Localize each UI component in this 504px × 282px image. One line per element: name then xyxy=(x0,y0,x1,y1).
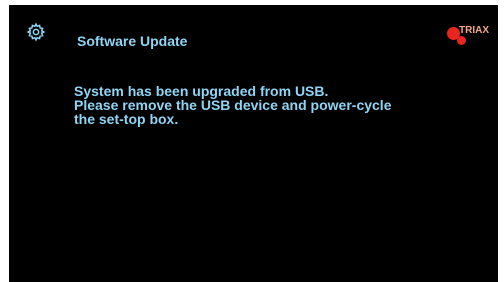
page-title: Software Update xyxy=(77,33,188,49)
message-line: Please remove the USB device and power-c… xyxy=(74,97,392,113)
update-message: System has been upgraded from USB. Pleas… xyxy=(74,84,484,126)
logo-text: TRIAX xyxy=(459,25,489,36)
message-line: the set-top box. xyxy=(74,111,179,127)
gear-icon xyxy=(26,22,46,42)
software-update-screen: Software Update TRIAX System has been up… xyxy=(9,5,498,282)
logo-dot-small xyxy=(457,36,466,45)
triax-logo: TRIAX xyxy=(445,25,497,59)
message-line: System has been upgraded from USB. xyxy=(74,83,329,99)
